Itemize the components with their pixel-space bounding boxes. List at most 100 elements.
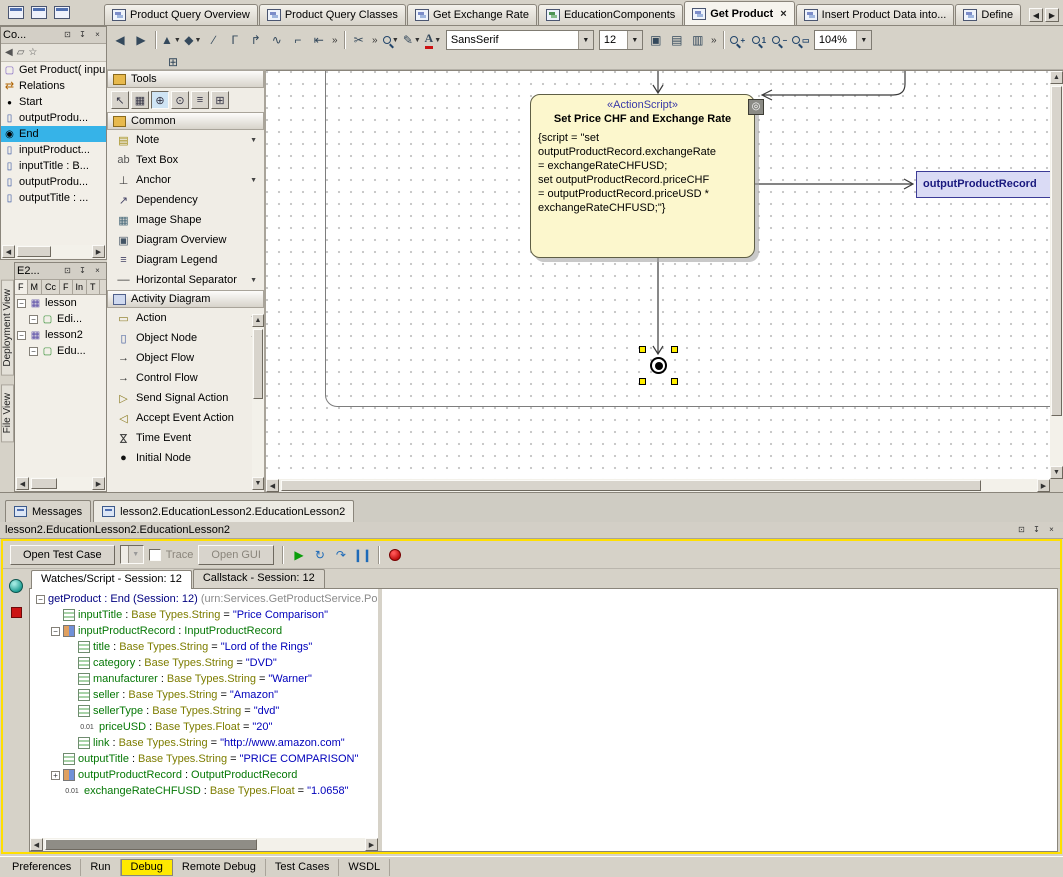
scroll-left-icon[interactable]: ◀ bbox=[2, 245, 15, 258]
open-folder-icon[interactable]: ▱ bbox=[17, 47, 25, 58]
scroll-down-icon[interactable]: ▼ bbox=[252, 477, 264, 490]
palette-item-initial-node[interactable]: ●Initial Node bbox=[107, 448, 264, 468]
collapse-icon[interactable]: − bbox=[17, 299, 26, 308]
model-tab-cc-2[interactable]: Cc bbox=[42, 280, 60, 294]
model-tab-t-5[interactable]: T bbox=[87, 280, 100, 294]
cut-tool-button[interactable]: ✂ bbox=[349, 30, 369, 50]
view-tab-messages[interactable]: Messages bbox=[5, 500, 91, 522]
zoom-reset-button[interactable]: 1 bbox=[749, 30, 769, 50]
palette-item-image-shape[interactable]: ▦Image Shape bbox=[107, 210, 264, 230]
scroll-thumb[interactable] bbox=[31, 478, 57, 489]
trace-checkbox[interactable] bbox=[149, 549, 161, 561]
close-panel-icon[interactable]: × bbox=[1045, 524, 1058, 536]
containment-item-outputprodu[interactable]: ▯outputProdu... bbox=[1, 110, 106, 126]
containment-item-outputprodu[interactable]: ▯outputProdu... bbox=[1, 174, 106, 190]
zoom-lens-tool-button[interactable]: ▼ bbox=[381, 30, 401, 50]
doc-tab-product-query-overview[interactable]: Product Query Overview bbox=[104, 4, 258, 25]
model-item-edu[interactable]: −▢Edu... bbox=[15, 343, 106, 359]
nav-back-button[interactable]: ◀ bbox=[110, 30, 130, 50]
containment-item-end[interactable]: ◉End bbox=[1, 126, 106, 142]
debug-tab-watches-script-session-12[interactable]: Watches/Script - Session: 12 bbox=[31, 570, 192, 589]
palette-item-accept-event-action[interactable]: ◁Accept Event Action bbox=[107, 408, 264, 428]
align-tool-button[interactable]: ≡ bbox=[191, 91, 209, 109]
palette-item-dependency[interactable]: ↗Dependency bbox=[107, 190, 264, 210]
line-straight-button[interactable]: ∕ bbox=[204, 30, 224, 50]
select-tool-button[interactable]: ↖ bbox=[111, 91, 129, 109]
grid-button[interactable]: ▤ bbox=[667, 30, 687, 50]
close-panel-icon[interactable]: × bbox=[91, 265, 104, 277]
history-back-icon[interactable]: ◀ bbox=[5, 47, 13, 58]
layout-button[interactable]: ▥ bbox=[688, 30, 708, 50]
step-over-button[interactable]: ↻ bbox=[312, 547, 328, 563]
scroll-right-icon[interactable]: ▶ bbox=[1037, 479, 1050, 492]
activity-final-node[interactable] bbox=[650, 357, 667, 374]
window-layout-icon[interactable] bbox=[8, 6, 24, 19]
view-tab-lesson2-educationlesson2-educationlesson[interactable]: lesson2.EducationLesson2.EducationLesson… bbox=[93, 500, 354, 522]
doc-tab-get-exchange-rate[interactable]: Get Exchange Rate bbox=[407, 4, 537, 25]
edit-tools-overflow-button[interactable]: » bbox=[370, 30, 380, 50]
diagram-tree-button[interactable]: ⊞ bbox=[163, 52, 183, 72]
test-case-select[interactable]: ▼ bbox=[120, 545, 144, 564]
line-curve-button[interactable]: ∿ bbox=[267, 30, 287, 50]
magnet-tool-button[interactable]: ⊙ bbox=[171, 91, 189, 109]
arrange-tool-button[interactable]: ⇤ bbox=[309, 30, 329, 50]
selection-handle[interactable] bbox=[639, 346, 646, 353]
zoom-fit-button[interactable]: ▭ bbox=[791, 30, 811, 50]
line-rectilinear-button[interactable]: Γ bbox=[225, 30, 245, 50]
open-gui-button[interactable]: Open GUI bbox=[198, 545, 274, 565]
tab-file-view[interactable]: File View bbox=[1, 384, 14, 442]
watch-row-seller[interactable]: seller: Base Types.String = "Amazon" bbox=[30, 687, 378, 703]
line-bend-button[interactable]: ↱ bbox=[246, 30, 266, 50]
scroll-up-icon[interactable]: ▲ bbox=[1050, 71, 1063, 84]
tab-scroll-right-icon[interactable]: ▶ bbox=[1045, 8, 1059, 22]
font-size-select[interactable]: 12▼ bbox=[599, 30, 643, 50]
nav-forward-button[interactable]: ▶ bbox=[131, 30, 151, 50]
pause-button[interactable]: ❙❙ bbox=[354, 547, 370, 563]
step-into-button[interactable]: ↷ bbox=[333, 547, 349, 563]
model-tab-m-1[interactable]: M bbox=[28, 280, 43, 294]
palette-item-send-signal-action[interactable]: ▷Send Signal Action bbox=[107, 388, 264, 408]
scroll-left-icon[interactable]: ◀ bbox=[266, 479, 279, 492]
palette-section-common[interactable]: Common bbox=[107, 112, 264, 130]
scroll-left-icon[interactable]: ◀ bbox=[30, 838, 43, 851]
scroll-right-icon[interactable]: ▶ bbox=[365, 838, 378, 851]
watch-row-getproduct-end-session-12[interactable]: −getProduct : End (Session: 12) (urn:Ser… bbox=[30, 591, 378, 607]
palette-item-diagram-legend[interactable]: ≡Diagram Legend bbox=[107, 250, 264, 270]
palette-item-object-node[interactable]: ▯Object Node▼ bbox=[107, 328, 264, 348]
float-panel-icon[interactable]: ⊡ bbox=[61, 29, 74, 41]
pin-panel-icon[interactable]: ↧ bbox=[76, 265, 89, 277]
containment-item-outputtitle[interactable]: ▯outputTitle : ... bbox=[1, 190, 106, 206]
doc-tab-get-product[interactable]: Get Product× bbox=[684, 1, 794, 25]
model-item-lesson2[interactable]: −▦lesson2 bbox=[15, 327, 106, 343]
diagram-canvas[interactable]: «ActionScript» Set Price CHF and Exchang… bbox=[266, 70, 1063, 492]
collapse-icon[interactable]: − bbox=[17, 331, 26, 340]
palette-item-object-flow[interactable]: →Object Flow bbox=[107, 348, 264, 368]
watch-row-sellertype[interactable]: sellerType: Base Types.String = "dvd" bbox=[30, 703, 378, 719]
zoom-in-button[interactable]: + bbox=[728, 30, 748, 50]
line-oblique-button[interactable]: ⌐ bbox=[288, 30, 308, 50]
watch-row-outputproductrecord[interactable]: +outputProductRecord: OutputProductRecor… bbox=[30, 767, 378, 783]
palette-item-control-flow[interactable]: →Control Flow bbox=[107, 368, 264, 388]
script-pane[interactable] bbox=[382, 589, 1057, 851]
containment-item-get-product-inpu[interactable]: ▢Get Product( inpu bbox=[1, 62, 106, 78]
perspective-tab-test-cases[interactable]: Test Cases bbox=[266, 859, 339, 876]
line-tools-overflow-button[interactable]: » bbox=[330, 30, 340, 50]
edge-from-right[interactable] bbox=[763, 71, 905, 95]
watch-row-exchangeratechfusd[interactable]: 0.01exchangeRateCHFUSD: Base Types.Float… bbox=[30, 783, 378, 799]
model-tab-f-3[interactable]: F bbox=[60, 280, 73, 294]
palette-item-diagram-overview[interactable]: ▣Diagram Overview bbox=[107, 230, 264, 250]
palette-item-action[interactable]: ▭Action▼ bbox=[107, 308, 264, 328]
tab-deployment-view[interactable]: Deployment View bbox=[1, 280, 14, 376]
swimlane-tool-button[interactable]: ▲▼ bbox=[160, 30, 182, 50]
zoom-level-select[interactable]: 104%▼ bbox=[814, 30, 872, 50]
watch-row-manufacturer[interactable]: manufacturer: Base Types.String = "Warne… bbox=[30, 671, 378, 687]
model-item-edi[interactable]: −▢Edi... bbox=[15, 311, 106, 327]
pencil-tool-button[interactable]: ✎▼ bbox=[402, 30, 422, 50]
selection-handle[interactable] bbox=[671, 378, 678, 385]
session-indicator-icon[interactable] bbox=[9, 579, 23, 593]
open-test-case-button[interactable]: Open Test Case bbox=[10, 545, 115, 565]
format-tools-overflow-button[interactable]: » bbox=[709, 30, 719, 50]
scroll-thumb[interactable] bbox=[17, 246, 51, 257]
watch-row-outputtitle[interactable]: outputTitle: Base Types.String = "PRICE … bbox=[30, 751, 378, 767]
float-panel-icon[interactable]: ⊡ bbox=[61, 265, 74, 277]
